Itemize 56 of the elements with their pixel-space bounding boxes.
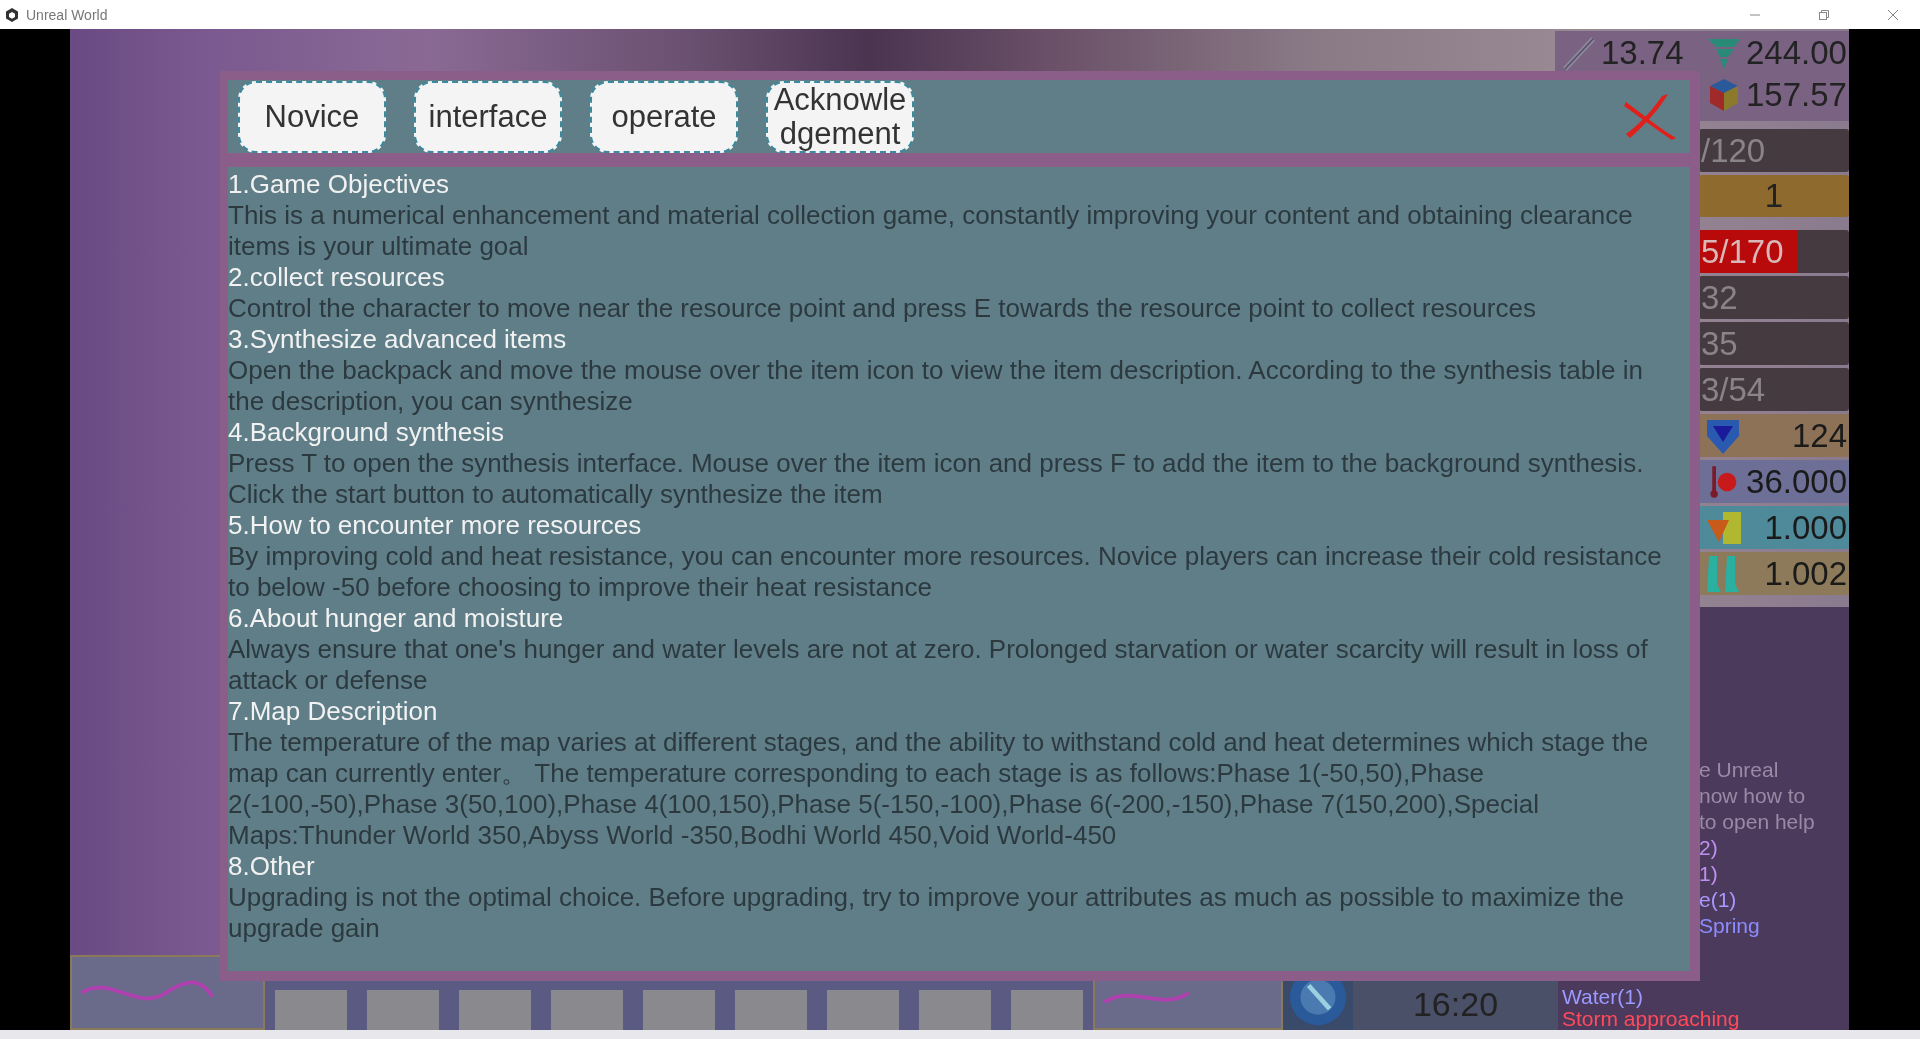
inventory-slot[interactable] — [367, 990, 439, 1030]
log-line: e(1) — [1699, 887, 1738, 913]
stat-row: 3/54 — [1699, 368, 1849, 411]
help-tab[interactable]: interface — [414, 80, 562, 153]
log-line: 1) — [1699, 861, 1719, 887]
stat-row: 32 — [1699, 276, 1849, 319]
section-heading: 7.Map Description — [228, 696, 439, 727]
stat-value: 13.74 — [1601, 34, 1684, 72]
attribute-value: 1.000 — [1763, 508, 1848, 547]
stat-value: 244.00 — [1746, 34, 1847, 72]
clock-time: 16:20 — [1412, 985, 1499, 1024]
section-text: Control the character to move near the resource point and press E towards the resource point to collect resources — [228, 293, 1537, 324]
section-text: The temperature of the map varies at different stages, and the ability to withstand cold and heat determines which stage the map can currently enter。 The temperature corresponding to each stage is as follows:Phase 1(-50,50),Phase 2(-100,-50),Phase 3(50,100),Phase 4(100,150),Phase 5(-150,-100),Phase 6(-200,-150),Phase 7(150,200),Special Maps:Thunder World 350,Abyss World -350,Bodhi World 450,Void World-450 — [228, 727, 1650, 851]
section-heading: 3.Synthesize advanced items — [228, 324, 568, 355]
inventory-slot[interactable] — [827, 990, 899, 1030]
close-icon[interactable] — [1887, 8, 1899, 21]
restore-icon[interactable] — [1818, 8, 1830, 21]
help-tab[interactable]: operate — [590, 80, 738, 153]
log-line: to open help — [1699, 809, 1816, 835]
bar-value: 5/170 — [1700, 232, 1784, 271]
section-heading: 1.Game Objectives — [228, 169, 451, 200]
section-text: Open the backpack and move the mouse over the item icon to view the item description. According to the synthesis table in the description, you can synthesize — [228, 355, 1644, 417]
attribute-value: 124 — [1790, 416, 1848, 455]
inventory-slot[interactable] — [919, 990, 991, 1030]
section-text: By improving cold and heat resistance, you can encounter more resources. Novice players can increase their cold resistance to below -50 before choosing to improve their heat resistance — [228, 541, 1663, 603]
help-tab[interactable]: Novice — [238, 80, 386, 153]
level-badge: 1 — [1699, 175, 1849, 217]
log-line: Water(1) — [1562, 986, 1644, 1008]
section-heading: 4.Background synthesis — [228, 417, 506, 448]
stat-row: /120 — [1699, 129, 1849, 172]
inventory-slot[interactable] — [1011, 990, 1083, 1030]
section-heading: 5.How to encounter more resources — [228, 510, 643, 541]
section-text: Always ensure that one's hunger and water levels are not at zero. Prolonged starvation or water scarcity will result in loss of attack or defense — [228, 634, 1649, 696]
section-heading: 8.Other — [228, 851, 316, 882]
section-text: Upgrading is not the optimal choice. Before upgrading, try to improve your attributes as much as possible to maximize the upgrade gain — [228, 882, 1626, 944]
window-title: Unreal World — [26, 6, 108, 23]
inventory-slot[interactable] — [275, 990, 347, 1030]
log-line: Storm approaching — [1562, 1008, 1741, 1030]
log-line: 2) — [1699, 835, 1719, 861]
log-line: Spring — [1699, 913, 1761, 939]
log-line: e Unreal — [1699, 757, 1780, 783]
help-tab[interactable]: Acknowledgement — [766, 80, 914, 153]
attribute-value: 36.000 — [1746, 462, 1848, 501]
stat-value: 157.57 — [1746, 76, 1847, 114]
section-heading: 6.About hunger and moisture — [228, 603, 565, 634]
attribute-value: 1.002 — [1763, 554, 1848, 593]
inventory-slot[interactable] — [735, 990, 807, 1030]
log-line: now how to — [1699, 783, 1807, 809]
section-text: This is a numerical enhancement and material collection game, constantly improving your content and obtaining clearance items is your ultimate goal — [228, 200, 1634, 262]
inventory-slot[interactable] — [643, 990, 715, 1030]
inventory-slot[interactable] — [459, 990, 531, 1030]
section-heading: 2.collect resources — [228, 262, 446, 293]
section-text: Press T to open the synthesis interface. Mouse over the item icon and press F to add the item to the background synthesis. Click the start button to automatically synthesize the item — [228, 448, 1645, 510]
inventory-slot[interactable] — [551, 990, 623, 1030]
app-icon — [4, 6, 20, 23]
stat-row: 35 — [1699, 322, 1849, 365]
